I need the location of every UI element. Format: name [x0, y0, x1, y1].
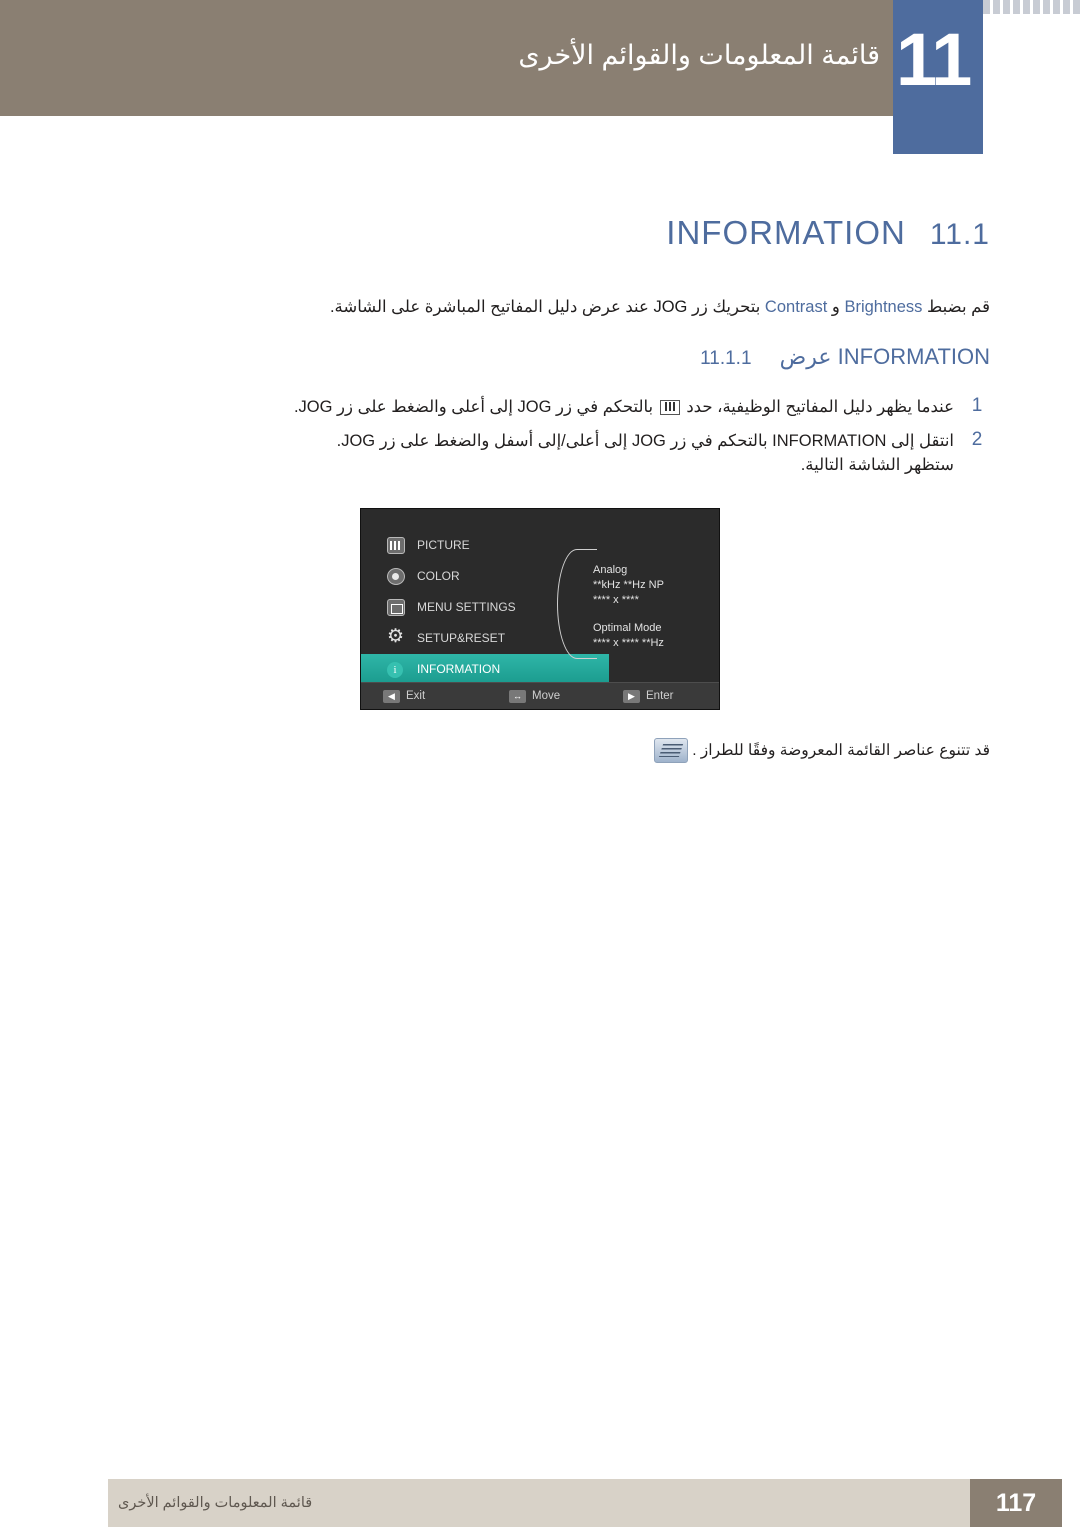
step-1-text-c: إلى أعلى والضغط على زر	[337, 398, 513, 416]
info-icon	[387, 662, 403, 678]
osd-item-setup-reset[interactable]: SETUP&RESET	[361, 623, 541, 654]
chapter-title: قائمة المعلومات والقوائم الأخرى	[518, 40, 880, 70]
osd-item-setup-reset-label: SETUP&RESET	[417, 631, 506, 645]
osd-info-line-4: Optimal Mode	[593, 622, 662, 634]
step-2-number: 2	[971, 429, 983, 451]
step-2-jog-2: JOG	[341, 432, 376, 451]
menu-settings-icon	[387, 599, 405, 616]
osd-item-color-label: COLOR	[417, 569, 460, 583]
gear-icon	[387, 625, 405, 649]
osd-enter-label: Enter	[646, 690, 674, 702]
subsection-label-ar: عرض	[779, 344, 832, 369]
section-heading: INFORMATION 11.1	[666, 214, 990, 252]
lead-jog: JOG	[653, 298, 688, 316]
osd-curve-decor	[557, 549, 597, 659]
page-header: 11 قائمة المعلومات والقوائم الأخرى	[0, 0, 1080, 154]
osd-info-gap	[593, 608, 664, 621]
step-2-information-label: INFORMATION	[772, 432, 887, 451]
page-footer: قائمة المعلومات والقوائم الأخرى 117	[0, 1465, 1080, 1527]
step-2-text-b: بالتحكم في زر	[670, 432, 768, 451]
osd-info-line-3: **** x ****	[593, 594, 639, 606]
osd-screenshot: PICTURE COLOR MENU SETTINGS SETUP&RESET …	[360, 508, 720, 710]
step-1-text-a: عندما يظهر دليل المفاتيح الوظيفية، حدد	[686, 398, 954, 416]
osd-info-line-5: **** x **** **Hz	[593, 637, 664, 649]
function-key-icon	[659, 400, 680, 416]
picture-bars-icon	[387, 537, 405, 554]
osd-item-picture[interactable]: PICTURE	[361, 530, 541, 561]
osd-item-menu-settings-label: MENU SETTINGS	[417, 600, 516, 614]
step-1: 1 عندما يظهر دليل المفاتيح الوظيفية، حدد…	[270, 393, 990, 421]
step-2-text-c: إلى أعلى/إلى أسفل والضغط على زر	[379, 432, 628, 451]
step-2-subtext: ستظهر الشاشة التالية.	[800, 456, 954, 475]
steps-list: 1 عندما يظهر دليل المفاتيح الوظيفية، حدد…	[270, 393, 990, 481]
osd-item-picture-label: PICTURE	[417, 538, 470, 552]
step-2: 2 انتقل إلى INFORMATION بالتحكم في زر JO…	[270, 427, 990, 475]
note-book-icon	[653, 738, 688, 763]
osd-button-bar: ◀ Exit ↔ Move ▶ Enter	[361, 682, 719, 709]
chapter-number: 11	[896, 18, 972, 101]
lead-and: و	[831, 298, 840, 316]
page-number: 117	[970, 1479, 1062, 1527]
arrow-left-icon: ◀	[383, 689, 400, 703]
step-1-text: عندما يظهر دليل المفاتيح الوظيفية، حدد ب…	[270, 393, 954, 421]
section-number: 11.1	[929, 218, 990, 251]
step-2-text: انتقل إلى INFORMATION بالتحكم في زر JOG …	[270, 427, 954, 455]
arrow-updown-icon: ↔	[509, 689, 526, 703]
osd-move-label: Move	[532, 690, 561, 702]
step-1-jog-2: JOG	[298, 398, 333, 416]
footer-title: قائمة المعلومات والقوائم الأخرى	[118, 1495, 313, 1511]
step-2-text-a: انتقل إلى	[891, 432, 954, 451]
osd-item-color[interactable]: COLOR	[361, 561, 541, 592]
subsection-heading: INFORMATION عرض 11.1.1	[700, 344, 990, 370]
osd-info-line-1: Analog	[593, 564, 628, 576]
osd-item-menu-settings[interactable]: MENU SETTINGS	[361, 592, 541, 623]
intro-paragraph: قم بضبط Brightness و Contrast بتحريك زر …	[290, 294, 990, 320]
note-block: قد تتنوع عناصر القائمة المعروضة وفقًا لل…	[290, 738, 990, 763]
lead-brightness: Brightness	[844, 298, 923, 316]
osd-exit-button[interactable]: ◀ Exit	[383, 688, 425, 704]
osd-info-panel: Analog **kHz **Hz NP **** x **** Optimal…	[593, 563, 664, 651]
note-text: قد تتنوع عناصر القائمة المعروضة وفقًا لل…	[692, 742, 990, 759]
osd-exit-label: Exit	[406, 690, 426, 702]
lead-part-middle: بتحريك زر	[691, 298, 761, 316]
osd-item-information[interactable]: INFORMATION	[361, 654, 609, 685]
step-1-text-b: بالتحكم في زر	[556, 398, 654, 416]
osd-info-line-2: **kHz **Hz NP	[593, 579, 664, 591]
osd-enter-button[interactable]: ▶ Enter	[623, 688, 674, 704]
subsection-number: 11.1.1	[700, 348, 752, 369]
step-1-number: 1	[971, 395, 983, 416]
section-title-text: INFORMATION	[666, 214, 906, 251]
osd-menu-list: PICTURE COLOR MENU SETTINGS SETUP&RESET …	[361, 509, 609, 685]
lead-part-right: قم بضبط	[927, 298, 990, 316]
osd-item-information-label: INFORMATION	[417, 662, 501, 676]
lead-contrast: Contrast	[764, 298, 828, 316]
lead-part-left: عند عرض دليل المفاتيح المباشرة على الشاش…	[329, 298, 649, 316]
arrow-right-icon: ▶	[623, 689, 640, 703]
step-1-jog: JOG	[517, 398, 552, 416]
osd-move-button[interactable]: ↔ Move	[509, 688, 560, 704]
header-chapter-tab	[893, 116, 983, 154]
subsection-label-en: INFORMATION	[837, 344, 990, 369]
header-stripes-decor	[983, 0, 1080, 14]
color-palette-icon	[387, 568, 405, 585]
step-2-jog: JOG	[631, 432, 666, 451]
